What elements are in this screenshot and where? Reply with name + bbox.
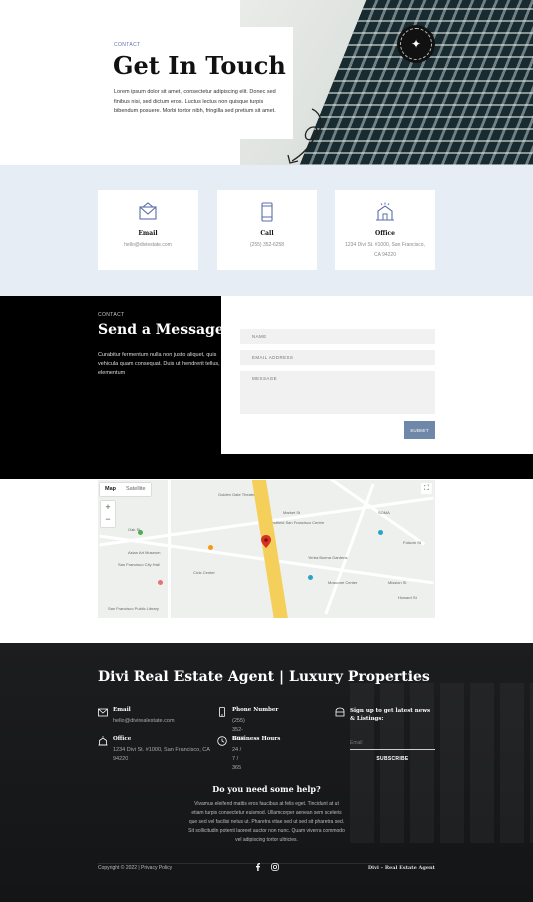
footer-hours-value: 24 / 7 / 365 bbox=[232, 747, 242, 771]
map-poi bbox=[158, 580, 163, 585]
site-footer: Divi Real Estate Agent | Luxury Properti… bbox=[0, 643, 533, 902]
zoom-controls: + − bbox=[101, 501, 115, 527]
map-label: Moscone Center bbox=[328, 580, 358, 585]
clock-icon bbox=[217, 736, 227, 746]
phone-icon bbox=[219, 707, 225, 717]
map-type-map-button[interactable]: Map bbox=[100, 483, 121, 496]
map-type-satellite-button[interactable]: Satellite bbox=[121, 483, 151, 496]
phone-icon bbox=[261, 202, 273, 222]
footer-email-label: Email bbox=[113, 707, 131, 713]
message-title: Send a Message bbox=[98, 322, 224, 338]
contact-cards-section: Email hello@diviestate.com Call (255) 35… bbox=[0, 165, 533, 296]
contact-card-value[interactable]: (255) 352-6258 bbox=[227, 240, 307, 250]
footer-hours-label: Business Hours bbox=[232, 736, 281, 742]
email-field[interactable] bbox=[240, 350, 435, 365]
map-poi bbox=[308, 575, 313, 580]
map-poi bbox=[208, 545, 213, 550]
subscribe-button[interactable]: SUBSCRIBE bbox=[350, 756, 435, 762]
instagram-icon[interactable] bbox=[271, 863, 279, 871]
hero-eyebrow: CONTACT bbox=[114, 42, 141, 48]
contact-card-call: Call (255) 352-6258 bbox=[217, 190, 317, 270]
submit-button[interactable]: SUBMIT bbox=[404, 421, 435, 439]
map-label: SOMA bbox=[378, 510, 390, 515]
hero-description: Lorem ipsum dolor sit amet, consectetur … bbox=[114, 89, 276, 114]
contact-card-label: Call bbox=[260, 230, 274, 237]
location-pin-icon[interactable] bbox=[261, 535, 271, 548]
footer-title: Divi Real Estate Agent | Luxury Properti… bbox=[98, 669, 430, 685]
message-eyebrow: CONTACT bbox=[98, 312, 125, 318]
map-type-toggle: Map Satellite bbox=[100, 483, 151, 496]
map-poi bbox=[378, 530, 383, 535]
map-main-road bbox=[250, 480, 290, 618]
name-field[interactable] bbox=[240, 329, 435, 344]
fullscreen-icon[interactable]: ⛶ bbox=[421, 483, 432, 494]
contact-card-value[interactable]: hello@diviestate.com bbox=[108, 240, 188, 250]
contact-card-value: 1234 Divi St. #1000, San Francisco, CA 9… bbox=[345, 242, 425, 258]
map-label: Oak St bbox=[128, 527, 141, 532]
footer-divider bbox=[98, 863, 435, 864]
mailbox-icon bbox=[335, 707, 345, 717]
location-map[interactable]: Map Satellite + − ⛶ Golden Gate Theatre … bbox=[98, 480, 435, 618]
map-label: Yerba Buena Gardens bbox=[308, 555, 348, 560]
map-label: Golden Gate Theatre bbox=[218, 492, 256, 497]
real-estate-badge-icon: ✦ bbox=[397, 25, 435, 63]
footer-office-value: 1234 Divi St. #1000, San Francisco, CA 9… bbox=[113, 747, 210, 762]
hero-card: CONTACT Get In Touch Lorem ipsum dolor s… bbox=[98, 27, 293, 139]
newsletter-email-input[interactable] bbox=[350, 736, 435, 750]
message-description: Curabitur fermentum nulla non justo aliq… bbox=[98, 352, 220, 376]
zoom-in-button[interactable]: + bbox=[101, 501, 115, 513]
contact-card-label: Office bbox=[375, 230, 395, 237]
map-label: San Francisco City Hall bbox=[118, 562, 160, 567]
building-icon bbox=[98, 736, 108, 746]
map-label: Folsom St bbox=[403, 540, 422, 545]
footer-phone-label: Phone Number bbox=[232, 707, 279, 713]
zoom-out-button[interactable]: − bbox=[101, 513, 115, 525]
footer-office-label: Office bbox=[113, 736, 132, 742]
building-icon bbox=[376, 202, 394, 221]
hero-section: ✦ CONTACT Get In Touch Lorem ipsum dolor… bbox=[0, 0, 533, 165]
help-description: Vivamus eleifend mattis eros faucibus at… bbox=[188, 801, 345, 843]
envelope-icon bbox=[139, 202, 157, 220]
map-label: San Francisco Public Library bbox=[108, 606, 159, 611]
footer-brand: Divi – Real Estate Agent bbox=[367, 865, 435, 871]
map-label: Asian Art Museum bbox=[128, 550, 161, 555]
contact-card-email: Email hello@diviestate.com bbox=[98, 190, 198, 270]
contact-card-office: Office 1234 Divi St. #1000, San Francisc… bbox=[335, 190, 435, 270]
map-label: Mission St bbox=[388, 580, 407, 585]
map-label: Howard St bbox=[398, 595, 417, 600]
help-title: Do you need some help? bbox=[212, 784, 321, 794]
map-street bbox=[168, 480, 171, 618]
contact-card-label: Email bbox=[138, 230, 158, 237]
message-field[interactable] bbox=[240, 371, 435, 414]
facebook-icon[interactable] bbox=[254, 863, 262, 871]
footer-email-value[interactable]: hello@divirealestate.com bbox=[113, 717, 175, 726]
page-title: Get In Touch bbox=[113, 51, 286, 80]
message-section: CONTACT Send a Message Curabitur ferment… bbox=[0, 296, 533, 479]
copyright-text[interactable]: Copyright © 2022 | Privacy Policy bbox=[98, 865, 172, 871]
map-label: Civic Center bbox=[193, 570, 215, 575]
newsletter-label: Sign up to get latest news & Listings: bbox=[350, 708, 431, 722]
map-label: Market St bbox=[283, 510, 301, 515]
map-label: Westfield San Francisco Centre bbox=[268, 520, 325, 525]
envelope-icon bbox=[98, 708, 108, 717]
